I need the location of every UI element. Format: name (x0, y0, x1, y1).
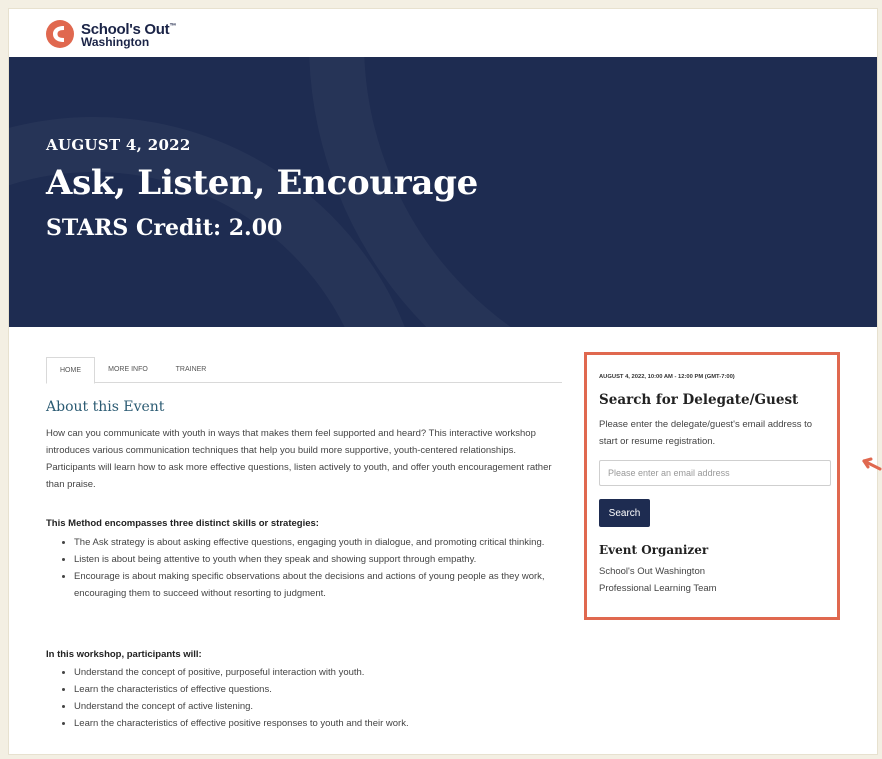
email-input[interactable] (599, 460, 831, 486)
organizer-name: School's Out Washington (599, 566, 706, 577)
about-paragraph: How can you communicate with youth in wa… (46, 428, 552, 490)
list-item: Understand the concept of positive, purp… (74, 664, 592, 681)
event-datetime: AUGUST 4, 2022, 10:00 AM - 12:00 PM (GMT… (599, 374, 735, 380)
workshop-list: Understand the concept of positive, purp… (46, 664, 592, 732)
list-item: Learn the characteristics of effective q… (74, 681, 592, 698)
tab-trainer[interactable]: TRAINER (164, 357, 218, 382)
event-hero: AUGUST 4, 2022 Ask, Listen, Encourage ST… (9, 57, 877, 327)
pointer-arrow-icon (862, 457, 882, 471)
site-logo[interactable]: School's Out™ Washington (45, 19, 176, 49)
organizer-heading: Event Organizer (599, 543, 709, 557)
delegate-search-panel: AUGUST 4, 2022, 10:00 AM - 12:00 PM (GMT… (584, 352, 840, 620)
list-item: Understand the concept of active listeni… (74, 698, 592, 715)
logo-wordmark: School's Out™ Washington (81, 20, 176, 49)
list-item: Encourage is about making specific obser… (74, 568, 592, 602)
search-button[interactable]: Search (599, 499, 650, 527)
logo-trademark: ™ (169, 22, 177, 30)
site-header: School's Out™ Washington (9, 9, 877, 57)
event-date: AUGUST 4, 2022 (46, 136, 191, 154)
workshop-heading: In this workshop, participants will: (46, 649, 202, 660)
list-item: The Ask strategy is about asking effecti… (74, 534, 592, 551)
delegate-search-title: Search for Delegate/Guest (599, 392, 799, 408)
delegate-search-description: Please enter the delegate/guest's email … (599, 419, 813, 447)
organizer-team: Professional Learning Team (599, 583, 717, 594)
event-title: Ask, Listen, Encourage (46, 163, 478, 203)
list-item: Listen is about being attentive to youth… (74, 551, 592, 568)
stars-credit: STARS Credit: 2.00 (46, 215, 283, 241)
page-frame: School's Out™ Washington AUGUST 4, 2022 … (8, 8, 878, 755)
tab-more-info[interactable]: MORE INFO (99, 357, 157, 382)
list-item: Learn the characteristics of effective p… (74, 715, 592, 732)
event-tabs: HOME MORE INFO TRAINER (46, 357, 562, 384)
about-heading: About this Event (46, 399, 165, 415)
tab-home[interactable]: HOME (46, 357, 95, 384)
sow-logo-icon (46, 20, 74, 48)
method-heading: This Method encompasses three distinct s… (46, 518, 319, 529)
method-list: The Ask strategy is about asking effecti… (46, 534, 592, 602)
